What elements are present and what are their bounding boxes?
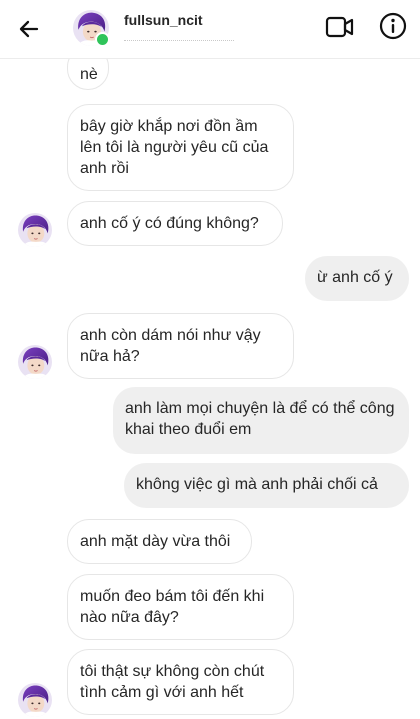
info-button[interactable] xyxy=(378,11,408,41)
info-icon xyxy=(379,12,407,40)
avatar[interactable] xyxy=(18,213,52,247)
received-message[interactable]: anh còn dám nói như vậy nữa hả? xyxy=(67,313,294,379)
video-call-icon xyxy=(325,16,354,38)
sent-message[interactable]: anh làm mọi chuyện là để có thể công kha… xyxy=(113,387,409,454)
received-message[interactable]: anh mặt dày vừa thôi xyxy=(67,519,252,564)
received-message[interactable]: muốn đeo bám tôi đến khi nào nữa đây? xyxy=(67,574,294,640)
message-thread[interactable]: nè bây giờ khắp nơi đồn ầm lên tôi là ng… xyxy=(0,58,420,719)
received-message[interactable]: anh cố ý có đúng không? xyxy=(67,201,283,246)
received-message[interactable]: tôi thật sự không còn chút tình cảm gì v… xyxy=(67,649,294,715)
username-subtitle xyxy=(124,34,234,41)
chat-header: fullsun_ncit xyxy=(0,0,420,59)
received-message[interactable]: nè xyxy=(67,58,109,90)
arrow-left-icon xyxy=(19,20,39,38)
back-button[interactable] xyxy=(12,12,46,46)
profile-photo xyxy=(18,345,52,379)
video-call-button[interactable] xyxy=(324,13,356,41)
received-message[interactable]: bây giờ khắp nơi đồn ầm lên tôi là người… xyxy=(67,104,294,191)
avatar[interactable] xyxy=(18,345,52,379)
profile-photo xyxy=(18,213,52,247)
username[interactable]: fullsun_ncit xyxy=(124,12,203,28)
online-status-dot xyxy=(95,32,110,47)
sent-message[interactable]: ừ anh cố ý xyxy=(305,256,409,301)
avatar[interactable] xyxy=(73,10,110,47)
avatar[interactable] xyxy=(18,683,52,717)
sent-message[interactable]: không việc gì mà anh phải chối cả xyxy=(124,463,409,508)
profile-photo xyxy=(18,683,52,717)
